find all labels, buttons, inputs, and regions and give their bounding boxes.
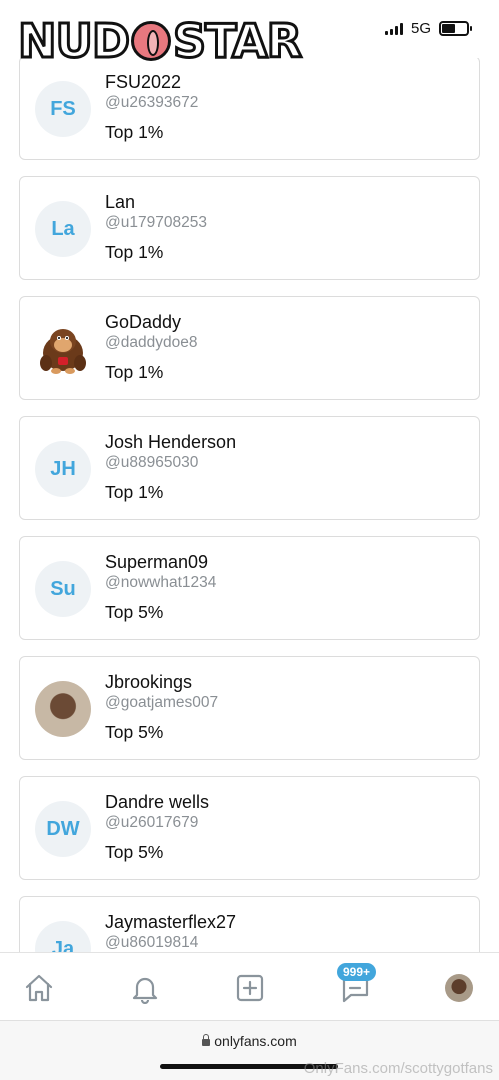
status-bar: NUD STAR 5G <box>0 0 499 66</box>
status-indicators: 5G <box>384 20 472 37</box>
user-handle: @u179708253 <box>105 214 207 231</box>
user-handle: @goatjames007 <box>105 694 219 711</box>
avatar[interactable] <box>35 681 91 737</box>
network-type: 5G <box>410 20 431 37</box>
user-card[interactable]: GoDaddy @daddydoe8 Top 1% <box>19 296 480 400</box>
user-name[interactable]: Jaymasterflex27 <box>105 911 236 933</box>
avatar[interactable]: DW <box>35 801 91 857</box>
user-name[interactable]: Superman09 <box>105 551 216 573</box>
user-rank: Top 5% <box>105 602 164 622</box>
user-name[interactable]: Jbrookings <box>105 671 218 693</box>
signal-icon <box>384 22 403 35</box>
donkey-kong-icon <box>40 329 86 374</box>
url-display[interactable]: onlyfans.com <box>0 1033 499 1049</box>
user-handle: @u26017679 <box>105 814 199 831</box>
bell-icon[interactable] <box>128 971 162 1005</box>
user-name[interactable]: Lan <box>105 191 207 213</box>
user-card[interactable]: DW Dandre wells @u26017679 Top 5% <box>19 776 480 880</box>
avatar[interactable]: Su <box>35 561 91 617</box>
user-handle: @u26393672 <box>105 94 199 111</box>
user-handle: @daddydoe8 <box>105 334 198 351</box>
avatar[interactable]: La <box>35 201 91 257</box>
user-card[interactable]: FS FSU2022 @u26393672 Top 1% <box>19 56 480 160</box>
user-handle: @u86019814 <box>105 934 199 951</box>
avatar[interactable] <box>35 321 91 377</box>
home-icon[interactable] <box>22 971 56 1005</box>
user-name[interactable]: Josh Henderson <box>105 431 236 453</box>
user-card[interactable]: La Lan @u179708253 Top 1% <box>19 176 480 280</box>
avatar[interactable]: Ja <box>35 921 91 952</box>
user-rank: Top 1% <box>105 242 164 262</box>
nudostar-logo: NUD STAR <box>16 14 303 68</box>
user-rank: Top 1% <box>105 362 164 382</box>
lock-icon <box>202 1034 211 1046</box>
avatar[interactable]: JH <box>35 441 91 497</box>
battery-icon <box>439 21 472 36</box>
avatar[interactable]: FS <box>35 81 91 137</box>
user-name[interactable]: FSU2022 <box>105 71 198 93</box>
user-rank: Top 5% <box>105 842 164 862</box>
profile-avatar[interactable] <box>442 971 476 1005</box>
user-rank: Top 1% <box>105 122 164 142</box>
watermark: OnlyFans.com/scottygotfans <box>303 1060 493 1077</box>
user-handle: @u88965030 <box>105 454 199 471</box>
user-card[interactable]: Jbrookings @goatjames007 Top 5% <box>19 656 480 760</box>
messages-badge: 999+ <box>337 963 377 981</box>
user-rank: Top 5% <box>105 722 164 742</box>
user-card[interactable]: JH Josh Henderson @u88965030 Top 1% <box>19 416 480 520</box>
user-card[interactable]: Su Superman09 @nowwhat1234 Top 5% <box>19 536 480 640</box>
user-list: FS FSU2022 @u26393672 Top 1% La Lan @u17… <box>0 56 499 952</box>
user-card[interactable]: Ja Jaymasterflex27 @u86019814 <box>19 896 480 952</box>
user-handle: @nowwhat1234 <box>105 574 217 591</box>
bottom-nav <box>0 952 499 1020</box>
user-name[interactable]: GoDaddy <box>105 311 197 333</box>
user-name[interactable]: Dandre wells <box>105 791 209 813</box>
add-post-icon[interactable] <box>233 971 267 1005</box>
user-rank: Top 1% <box>105 482 164 502</box>
